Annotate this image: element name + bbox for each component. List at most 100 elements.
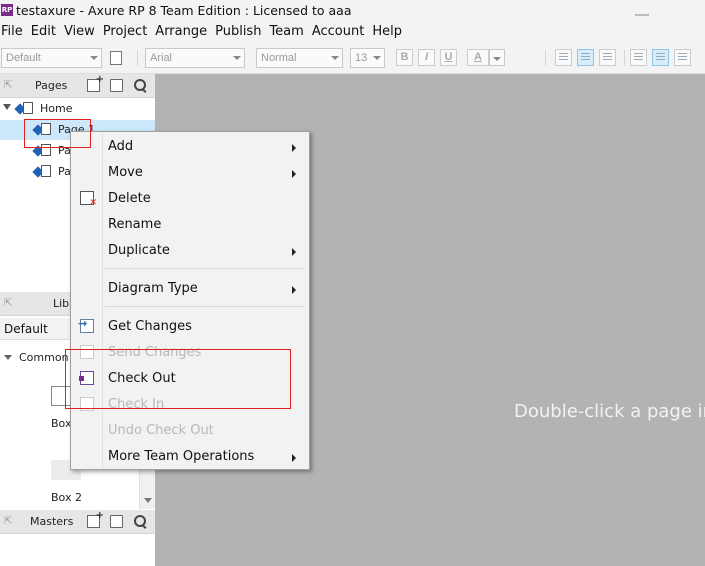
- menu-project[interactable]: Project: [100, 24, 152, 39]
- search-icon[interactable]: [134, 79, 147, 92]
- chevron-down-icon: [90, 56, 98, 60]
- menu-edit[interactable]: Edit: [28, 24, 61, 39]
- align-right-button[interactable]: [599, 49, 616, 66]
- underline-button[interactable]: U: [440, 49, 457, 66]
- minimize-icon[interactable]: [635, 4, 649, 16]
- valign-top-icon: [634, 53, 643, 62]
- collapse-arrow-icon[interactable]: ⇱: [4, 298, 12, 309]
- highlight-box-check-out: [65, 349, 291, 409]
- font-weight-value: Normal: [261, 52, 297, 64]
- context-item-label: Delete: [108, 191, 151, 206]
- context-item-label: Undo Check Out: [108, 423, 214, 438]
- valign-bottom-icon: [678, 53, 687, 62]
- add-folder-icon[interactable]: [110, 79, 123, 92]
- chevron-down-icon: [4, 355, 12, 360]
- menu-team[interactable]: Team: [266, 24, 308, 39]
- add-folder-icon[interactable]: [110, 515, 123, 528]
- valign-middle-icon: [656, 53, 665, 62]
- align-center-icon: [581, 53, 590, 62]
- submenu-arrow-icon: [292, 454, 296, 462]
- valign-middle-button[interactable]: [652, 49, 669, 66]
- align-left-button[interactable]: [555, 49, 572, 66]
- collapse-arrow-icon[interactable]: ⇱: [4, 516, 12, 527]
- valign-bottom-button[interactable]: [674, 49, 691, 66]
- context-menu-divider: [105, 268, 305, 269]
- valign-top-button[interactable]: [630, 49, 647, 66]
- bold-button[interactable]: B: [396, 49, 413, 66]
- library-group-label: Common: [19, 351, 69, 364]
- tree-label: Home: [40, 102, 73, 115]
- context-item-undo-check-out: Undo Check Out: [71, 418, 309, 444]
- context-item-more-team-operations[interactable]: More Team Operations: [71, 444, 309, 470]
- font-size-select[interactable]: 13: [350, 48, 385, 68]
- toolbar-divider: [624, 50, 625, 66]
- menu-account[interactable]: Account: [309, 24, 370, 39]
- toolbar-divider: [545, 50, 546, 66]
- add-master-icon[interactable]: [87, 510, 104, 528]
- title-bar: RP testaxure - Axure RP 8 Team Edition :…: [0, 0, 705, 20]
- context-item-rename[interactable]: Rename: [71, 212, 309, 238]
- font-size-value: 13: [355, 52, 368, 64]
- font-color-button[interactable]: A: [467, 49, 489, 66]
- font-weight-select[interactable]: Normal: [256, 48, 343, 68]
- widget-label: Box 2: [51, 491, 82, 504]
- page-style-icon[interactable]: [110, 51, 122, 65]
- menu-help[interactable]: Help: [369, 24, 407, 39]
- highlight-box-page1: [24, 119, 91, 148]
- context-item-diagram-type[interactable]: Diagram Type: [71, 276, 309, 302]
- menu-file[interactable]: File: [0, 24, 28, 39]
- chevron-down-icon: [331, 56, 339, 60]
- chevron-down-icon: [233, 56, 241, 60]
- submenu-arrow-icon: [292, 248, 296, 256]
- toolbar-divider: [137, 50, 138, 66]
- pages-panel-title: Pages: [35, 79, 68, 92]
- search-icon[interactable]: [134, 515, 147, 528]
- style-select[interactable]: Default: [1, 48, 102, 68]
- delete-page-icon: [80, 191, 97, 208]
- get-changes-icon: [78, 317, 94, 333]
- add-page-icon[interactable]: [87, 74, 104, 92]
- masters-panel-header: ⇱ Masters: [0, 510, 155, 534]
- context-item-label: Duplicate: [108, 243, 170, 258]
- align-left-icon: [559, 53, 568, 62]
- page-context-menu: Add Move Delete Rename Duplicate Diagram…: [70, 131, 310, 470]
- menu-arrange[interactable]: Arrange: [152, 24, 212, 39]
- style-select-value: Default: [6, 52, 41, 64]
- font-select-value: Arial: [150, 52, 173, 64]
- context-item-label: Get Changes: [108, 319, 192, 334]
- align-center-button[interactable]: [577, 49, 594, 66]
- masters-panel-title: Masters: [30, 515, 74, 528]
- context-item-label: Rename: [108, 217, 162, 232]
- menu-view[interactable]: View: [61, 24, 100, 39]
- context-item-label: More Team Operations: [108, 449, 255, 464]
- scroll-down-icon[interactable]: [144, 498, 152, 503]
- tree-expand-icon[interactable]: [3, 104, 11, 110]
- context-item-label: Move: [108, 165, 143, 180]
- submenu-arrow-icon: [292, 286, 296, 294]
- italic-button[interactable]: I: [418, 49, 435, 66]
- window-title: testaxure - Axure RP 8 Team Edition : Li…: [16, 2, 352, 18]
- submenu-arrow-icon: [292, 170, 296, 178]
- context-item-duplicate[interactable]: Duplicate: [71, 238, 309, 264]
- context-menu-divider: [105, 306, 305, 307]
- align-right-icon: [603, 53, 612, 62]
- canvas-hint-text: Double-click a page in: [514, 401, 705, 422]
- context-item-delete[interactable]: Delete: [71, 186, 309, 212]
- menu-bar: File Edit View Project Arrange Publish T…: [0, 20, 705, 42]
- page-icon: [41, 165, 51, 177]
- collapse-arrow-icon[interactable]: ⇱: [4, 80, 12, 91]
- font-select[interactable]: Arial: [145, 48, 245, 68]
- pages-panel-header: ⇱ Pages: [0, 74, 155, 98]
- tree-row-home[interactable]: Home: [0, 99, 155, 119]
- submenu-arrow-icon: [292, 144, 296, 152]
- context-item-move[interactable]: Move: [71, 160, 309, 186]
- context-item-add[interactable]: Add: [71, 134, 309, 160]
- page-icon: [23, 102, 33, 114]
- font-color-dropdown[interactable]: [489, 49, 505, 66]
- menu-publish[interactable]: Publish: [212, 24, 266, 39]
- chevron-down-icon: [373, 56, 381, 60]
- context-item-get-changes[interactable]: Get Changes: [71, 314, 309, 340]
- axure-app-icon: RP: [1, 4, 13, 16]
- context-item-label: Add: [108, 139, 134, 154]
- style-toolbar: Default Arial Normal 13 B I U A: [0, 42, 705, 74]
